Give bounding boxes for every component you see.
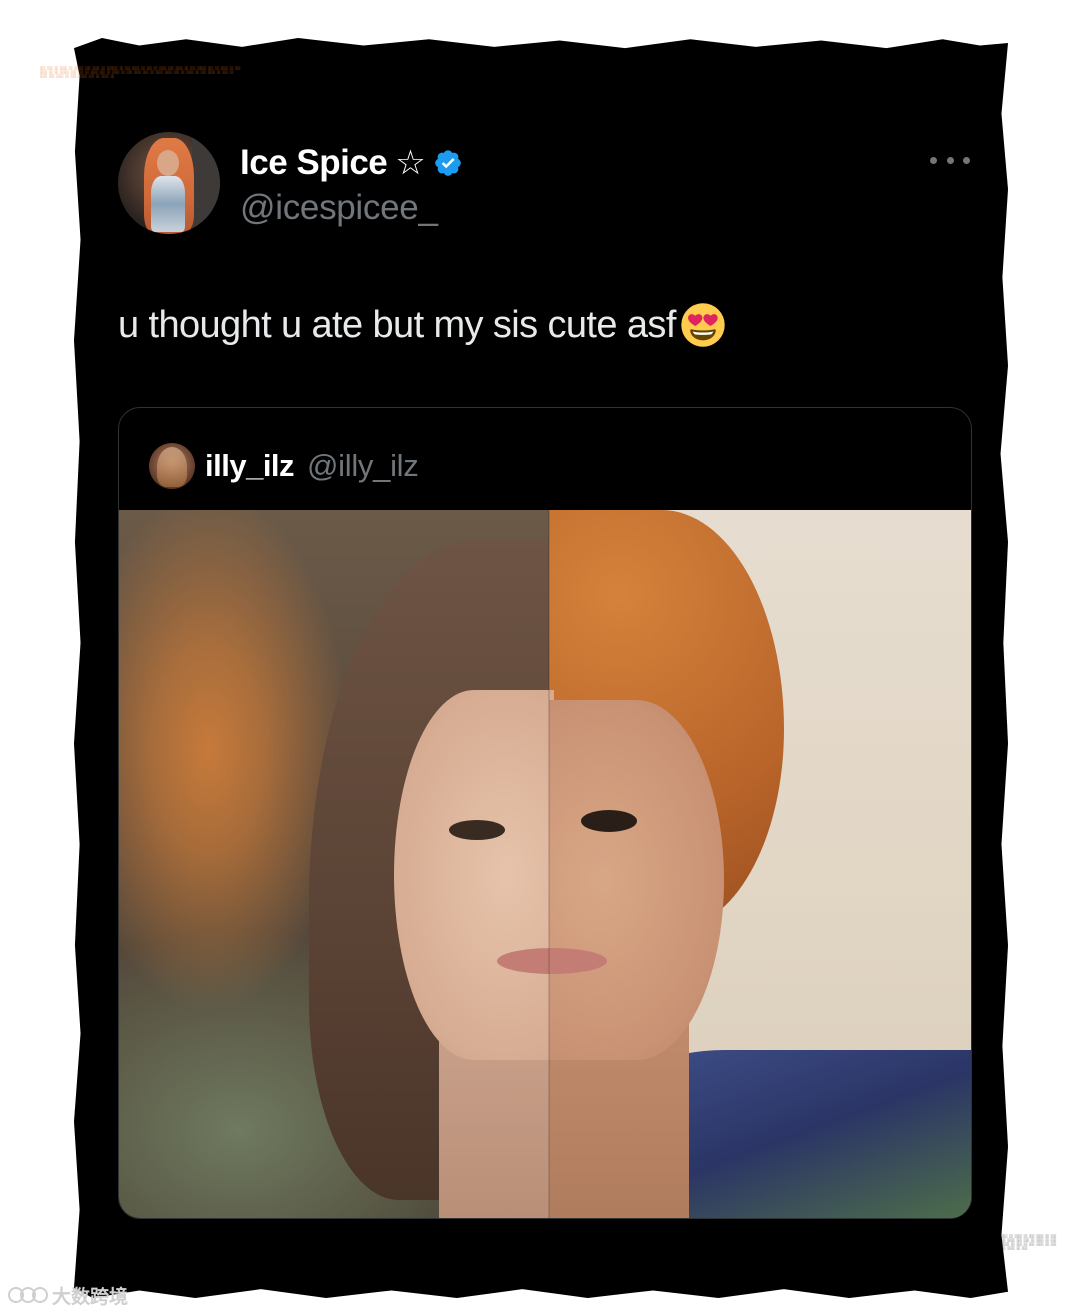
photo-left-face xyxy=(394,690,554,1060)
author-name-row[interactable]: Ice Spice ☆ xyxy=(240,143,463,183)
author-handle[interactable]: @icespicee_ xyxy=(240,188,438,228)
author-avatar[interactable] xyxy=(118,132,220,234)
dot xyxy=(963,156,970,164)
verified-badge-icon xyxy=(435,150,462,176)
tweet-text-row: u thought u ate but my sis cute asf xyxy=(118,302,726,348)
watermark-fine-print: ░░░ ░░░ ░░ ░░░░ ░░ ░░░░░ ░░░ ░░░░ ░░ ░░░… xyxy=(40,66,241,78)
avatar-face xyxy=(157,150,179,176)
photo-split-line xyxy=(548,510,550,1218)
more-options-icon[interactable] xyxy=(930,150,970,170)
brand-logo-icon xyxy=(8,1285,48,1305)
heart-eyes-emoji-icon xyxy=(681,303,725,347)
quoted-author-name[interactable]: illy_ilz xyxy=(205,448,295,484)
author-display-name[interactable]: Ice Spice xyxy=(240,143,388,183)
photo-left-eye xyxy=(449,820,505,840)
avatar-background xyxy=(192,132,220,234)
photo-right-face xyxy=(549,700,724,1060)
brand-name: 大数跨境 xyxy=(52,1285,129,1308)
brand-watermark: 大数跨境 xyxy=(8,1282,128,1308)
quoted-tweet-photo[interactable] xyxy=(119,510,971,1218)
tweet-text: u thought u ate but my sis cute asf xyxy=(118,303,676,346)
quoted-author-handle[interactable]: @illy_ilz xyxy=(307,448,419,484)
photo-lips xyxy=(497,948,607,974)
quoted-tweet-card[interactable]: illy_ilz @illy_ilz xyxy=(118,407,972,1219)
star-icon: ☆ xyxy=(395,144,426,182)
dot xyxy=(946,156,954,164)
page: ░░░ ░░░ ░░ ░░░░ ░░ ░░░░░ ░░░ ░░░░ ░░ ░░░… xyxy=(0,0,1080,1315)
avatar-body xyxy=(151,176,185,232)
photo-right-eye xyxy=(581,810,637,832)
quoted-author-avatar[interactable] xyxy=(149,443,195,489)
watermark-fine-print-right: ░░░ ░░ ░░░░ ░░ ░░░ ░░░░ ░░ ░░░ ░░ ░░░░ ░… xyxy=(1002,1234,1057,1250)
dot xyxy=(930,156,937,164)
